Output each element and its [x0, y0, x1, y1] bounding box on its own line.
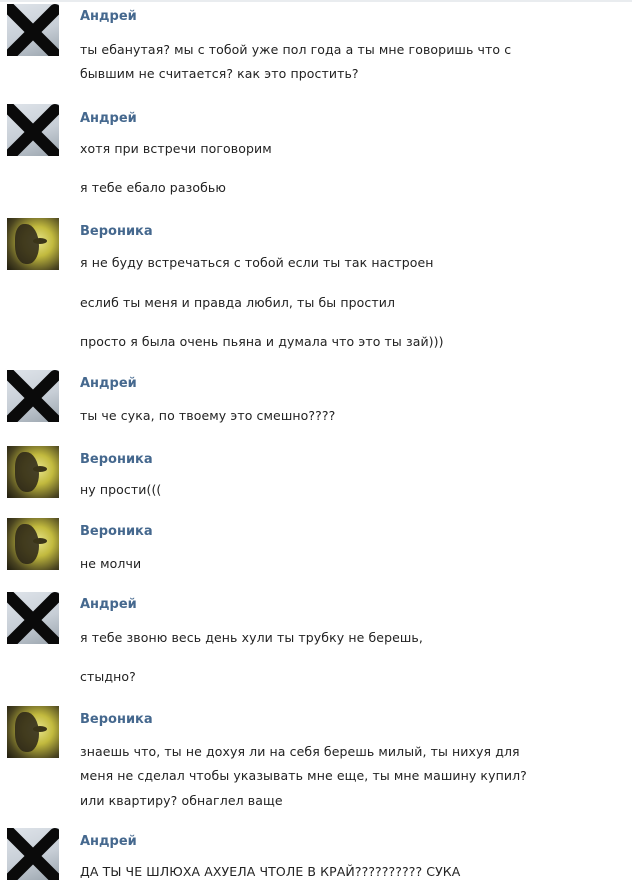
author-name[interactable]: Андрей — [80, 376, 137, 391]
author-name[interactable]: Вероника — [80, 524, 153, 539]
avatar[interactable] — [7, 370, 59, 422]
message-text: я тебе ебало разобью — [80, 180, 226, 195]
message-text: знаешь что, ты не дохуя ли на себя береш… — [80, 744, 520, 759]
author-name[interactable]: Андрей — [80, 597, 137, 612]
message-text: стыдно? — [80, 669, 136, 684]
avatar[interactable] — [7, 706, 59, 758]
author-name[interactable]: Вероника — [80, 224, 153, 239]
crossed-out-icon — [7, 828, 59, 880]
avatar[interactable] — [7, 518, 59, 570]
message-text: или квартиру? обнаглел ваще — [80, 793, 283, 808]
author-name[interactable]: Андрей — [80, 834, 137, 849]
message-text: просто я была очень пьяна и думала что э… — [80, 334, 444, 349]
avatar[interactable] — [7, 592, 59, 644]
author-name[interactable]: Вероника — [80, 712, 153, 727]
crossed-out-icon — [7, 370, 59, 422]
message-text: хотя при встречи поговорим — [80, 141, 272, 156]
message-text: ты че сука, по твоему это смешно???? — [80, 408, 336, 423]
message-text: я тебе звоню весь день хули ты трубку не… — [80, 630, 423, 645]
message-text: я не буду встречаться с тобой если ты та… — [80, 255, 434, 270]
avatar[interactable] — [7, 446, 59, 498]
message-text: ты ебанутая? мы с тобой уже пол года а т… — [80, 42, 512, 57]
message-text: бывшим не считается? как это простить? — [80, 66, 359, 81]
chat-history: Андрей ты ебанутая? мы с тобой уже пол г… — [0, 0, 632, 894]
avatar[interactable] — [7, 4, 59, 56]
message-text: ДА ТЫ ЧЕ ШЛЮХА АХУЕЛА ЧТОЛЕ В КРАЙ??????… — [80, 864, 461, 879]
author-name[interactable]: Андрей — [80, 9, 137, 24]
author-name[interactable]: Андрей — [80, 111, 137, 126]
avatar[interactable] — [7, 218, 59, 270]
message-text: еслиб ты меня и правда любил, ты бы прос… — [80, 295, 396, 310]
message-text: меня не сделал чтобы указывать мне еще, … — [80, 768, 527, 783]
top-divider — [0, 0, 632, 2]
message-text: ну прости((( — [80, 482, 162, 497]
crossed-out-icon — [7, 592, 59, 644]
author-name[interactable]: Вероника — [80, 452, 153, 467]
avatar[interactable] — [7, 828, 59, 880]
message-text: не молчи — [80, 556, 142, 571]
crossed-out-icon — [7, 4, 59, 56]
crossed-out-icon — [7, 104, 59, 156]
avatar[interactable] — [7, 104, 59, 156]
